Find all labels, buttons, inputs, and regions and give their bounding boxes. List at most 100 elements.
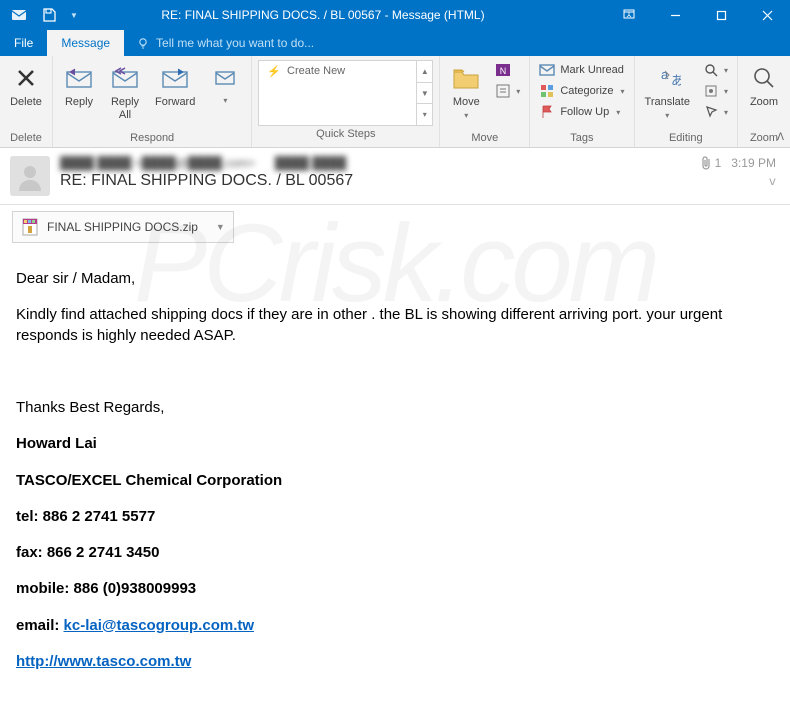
reply-all-button[interactable]: Reply All [103,58,147,121]
select-icon [703,104,719,120]
quick-access-toolbar: ▼ [0,4,80,26]
received-time: 3:19 PM [731,156,776,170]
outlook-icon[interactable] [8,4,30,26]
reply-button[interactable]: Reply [57,58,101,109]
title-bar: ▼ RE: FINAL SHIPPING DOCS. / BL 00567 - … [0,0,790,30]
sender-line: ████ ████ <████@████.com> ████ ████ [60,156,690,170]
attachments-row: FINAL SHIPPING DOCS.zip ▼ [0,205,790,253]
actions-icon [495,83,511,99]
minimize-button[interactable] [652,0,698,30]
save-icon[interactable] [38,4,60,26]
folder-icon [450,62,482,94]
group-delete: Delete Delete [0,56,53,147]
more-respond-button[interactable]: ▾ [203,58,247,105]
signature-email: email: kc-lai@tascogroup.com.tw [16,616,774,636]
group-quick-steps: ⚡ Create New ▲ ▼ ▾ Quick Steps [252,56,440,147]
qat-dropdown-icon[interactable]: ▼ [68,4,80,26]
envelope-closed-icon [539,62,555,78]
attachment-filename: FINAL SHIPPING DOCS.zip [47,220,198,234]
tab-message[interactable]: Message [47,30,124,56]
header-text: ████ ████ <████@████.com> ████ ████ RE: … [60,156,690,196]
onenote-button[interactable]: N [490,60,525,80]
translate-icon: aあ [651,62,683,94]
collapse-ribbon-icon[interactable]: ᐱ [777,132,784,143]
expand-header-icon[interactable]: ⅴ [769,174,776,188]
message-body: Dear sir / Madam, Kindly find attached s… [0,253,790,708]
signature-company: TASCO/EXCEL Chemical Corporation [16,471,774,491]
move-button[interactable]: Move▾ [444,58,488,121]
group-respond: Reply Reply All Forward ▾ Respond [53,56,252,147]
quick-step-create-new[interactable]: ⚡ Create New [259,61,353,125]
categorize-button[interactable]: Categorize▾ [534,81,629,101]
group-label-delete: Delete [4,130,48,147]
ribbon-options-icon[interactable] [606,0,652,30]
maximize-button[interactable] [698,0,744,30]
reply-all-icon [109,62,141,94]
delete-icon [10,62,42,94]
header-meta: 1 3:19 PM ⅴ [700,156,776,196]
follow-up-button[interactable]: Follow Up▾ [534,102,629,122]
flag-icon [539,104,555,120]
quick-steps-spinner: ▲ ▼ ▾ [416,61,432,125]
select-button[interactable]: ▾ [698,102,733,122]
lightning-icon: ⚡ [267,65,281,78]
find-button[interactable]: ▾ [698,60,733,80]
qs-more[interactable]: ▾ [417,104,432,125]
signature-url-link[interactable]: http://www.tasco.com.tw [16,653,191,670]
signature-fax: fax: 866 2 2741 3450 [16,543,774,563]
message-subject: RE: FINAL SHIPPING DOCS. / BL 00567 [60,172,690,190]
close-button[interactable] [744,0,790,30]
attachment-dropdown-icon[interactable]: ▼ [216,222,225,232]
svg-text:N: N [500,66,507,76]
attachment-indicator: 1 [700,156,722,170]
window-controls [606,0,790,30]
group-label-respond: Respond [57,130,247,147]
body-signoff: Thanks Best Regards, [16,398,774,418]
more-respond-icon [209,62,241,94]
find-icon [703,62,719,78]
group-label-quicksteps: Quick Steps [256,126,435,143]
body-greeting: Dear sir / Madam, [16,269,774,289]
mark-unread-button[interactable]: Mark Unread [534,60,629,80]
qs-down[interactable]: ▼ [417,83,432,105]
group-label-tags: Tags [534,130,629,147]
zoom-icon [748,62,780,94]
paperclip-icon [700,156,712,170]
ribbon: Delete Delete Reply Reply All Forward ▾ [0,56,790,148]
group-move: Move▾ N ▾ Move [440,56,530,147]
bulb-icon [136,36,150,50]
signature-url: http://www.tasco.com.tw [16,652,774,672]
qs-up[interactable]: ▲ [417,61,432,83]
related-button[interactable]: ▾ [698,81,733,101]
sender-avatar [10,156,50,196]
forward-icon [159,62,191,94]
signature-mobile: mobile: 886 (0)938009993 [16,579,774,599]
forward-button[interactable]: Forward [149,58,201,109]
signature-email-link[interactable]: kc-lai@tascogroup.com.tw [64,617,255,634]
zip-file-icon [21,217,39,237]
signature-tel: tel: 886 2 2741 5577 [16,507,774,527]
svg-text:あ: あ [671,73,681,88]
tell-me-search[interactable]: Tell me what you want to do... [124,30,314,56]
quick-steps-gallery[interactable]: ⚡ Create New ▲ ▼ ▾ [258,60,433,126]
tab-file[interactable]: File [0,30,47,56]
zoom-button[interactable]: Zoom [742,58,786,109]
attachment-item[interactable]: FINAL SHIPPING DOCS.zip ▼ [12,211,234,243]
related-icon [703,83,719,99]
message-header: ████ ████ <████@████.com> ████ ████ RE: … [0,148,790,205]
onenote-icon: N [495,62,511,78]
group-tags: Mark Unread Categorize▾ Follow Up▾ Tags [530,56,634,147]
categorize-icon [539,83,555,99]
body-paragraph: Kindly find attached shipping docs if th… [16,305,774,346]
reply-icon [63,62,95,94]
actions-button[interactable]: ▾ [490,81,525,101]
signature-name: Howard Lai [16,434,774,454]
ribbon-tabs: File Message Tell me what you want to do… [0,30,790,56]
translate-button[interactable]: aあ Translate▾ [639,58,696,121]
group-label-move: Move [444,130,525,147]
group-editing: aあ Translate▾ ▾ ▾ ▾ Editing [635,56,738,147]
group-label-editing: Editing [639,130,733,147]
tell-me-placeholder: Tell me what you want to do... [156,36,314,50]
delete-button[interactable]: Delete [4,58,48,109]
window-title: RE: FINAL SHIPPING DOCS. / BL 00567 - Me… [80,8,606,22]
